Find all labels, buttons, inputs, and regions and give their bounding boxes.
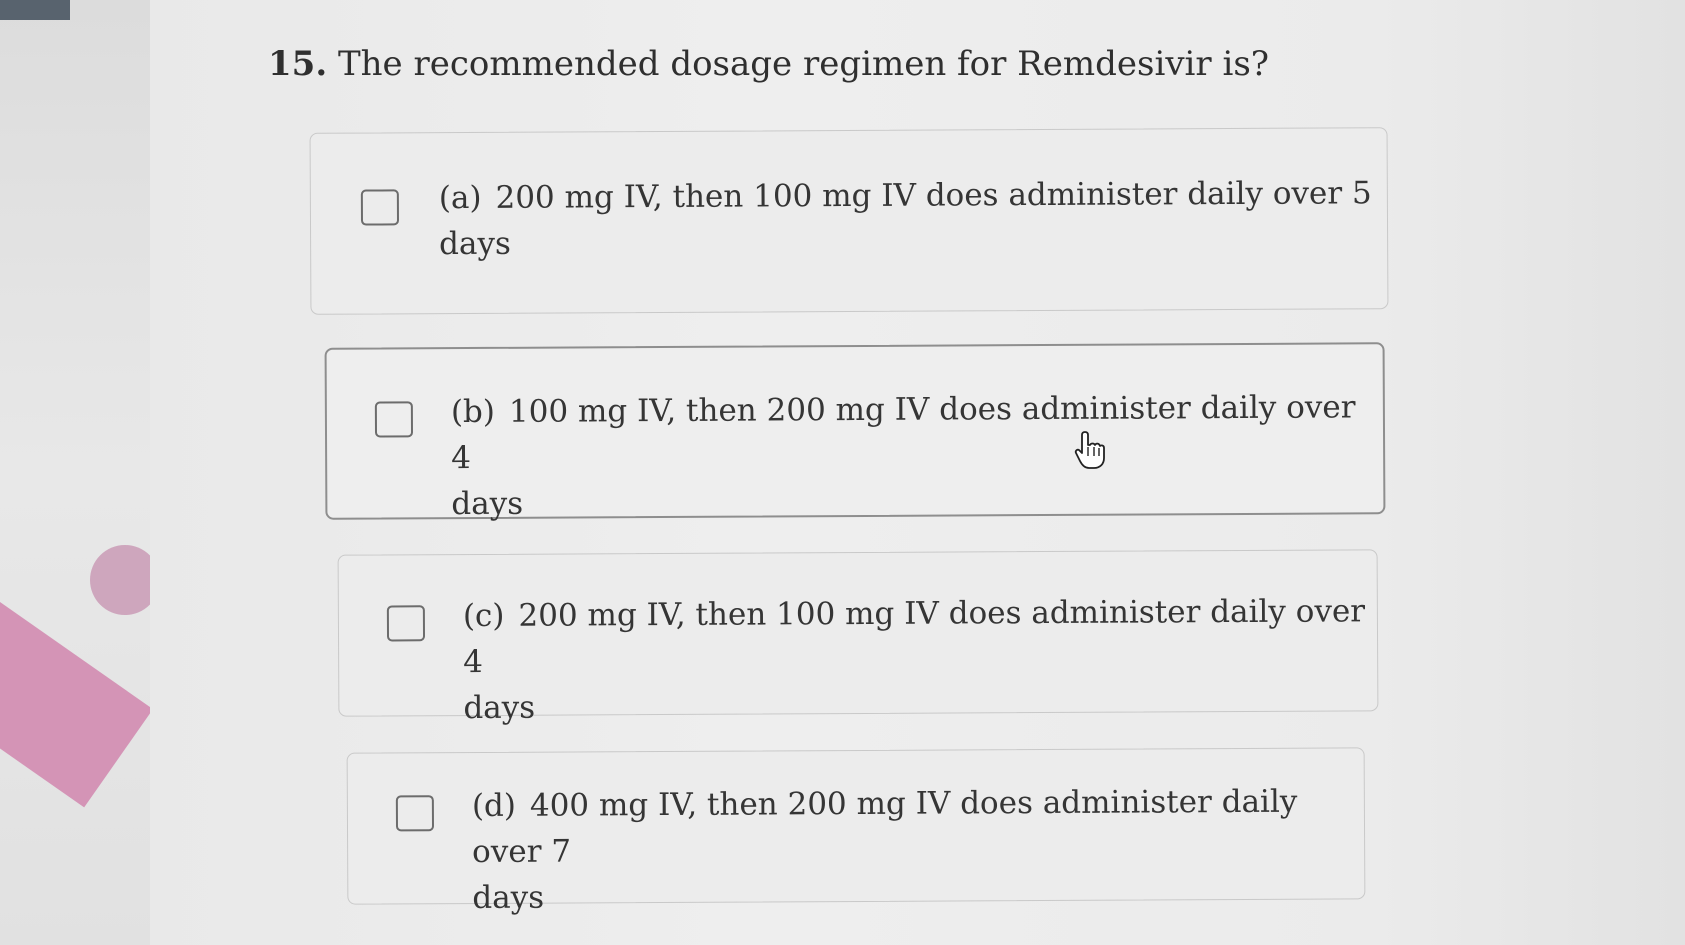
option-a-checkbox[interactable] — [360, 189, 400, 226]
option-b-line2: days — [451, 485, 524, 523]
option-c-text: (c) 200 mg IV, then 100 mg IV does admini… — [463, 588, 1378, 731]
option-c[interactable]: (c) 200 mg IV, then 100 mg IV does admini… — [337, 549, 1379, 726]
option-c-letter: (c) — [462, 597, 505, 635]
question-title: 15. The recommended dosage regimen for R… — [268, 44, 1269, 84]
option-b-checkbox[interactable] — [374, 401, 414, 438]
question-number: 15. — [268, 44, 328, 84]
option-a-line2: days — [439, 225, 511, 263]
option-b-text: (b) 100 mg IV, then 200 mg IV does admini… — [451, 384, 1384, 527]
photo-stage: 15. The recommended dosage regimen for R… — [0, 0, 1685, 945]
option-c-line1: 200 mg IV, then 100 mg IV does administe… — [463, 593, 1366, 681]
option-d-checkbox[interactable] — [395, 795, 435, 832]
option-c-checkbox[interactable] — [386, 605, 426, 642]
option-a[interactable]: (a) 200 mg IV, then 100 mg IV does admini… — [309, 127, 1389, 315]
desk-object-dark — [0, 0, 11, 351]
question-text: The recommended dosage regimen for Remde… — [337, 44, 1270, 84]
option-d-line1: 400 mg IV, then 200 mg IV does administe… — [472, 783, 1298, 871]
option-d-letter: (d) — [471, 787, 517, 825]
option-a-line1: 200 mg IV, then 100 mg IV does administe… — [495, 175, 1372, 216]
option-b-letter: (b) — [450, 393, 496, 431]
option-b[interactable]: (b) 100 mg IV, then 200 mg IV does admini… — [324, 342, 1386, 522]
desk-background — [0, 0, 160, 945]
option-b-line1: 100 mg IV, then 200 mg IV does administe… — [451, 389, 1356, 477]
desk-object-top — [0, 0, 70, 20]
option-a-letter: (a) — [438, 179, 482, 217]
option-d-text: (d) 400 mg IV, then 200 mg IV does admini… — [472, 778, 1365, 921]
option-a-text: (a) 200 mg IV, then 100 mg IV does admini… — [439, 170, 1372, 267]
option-c-line2: days — [463, 689, 536, 727]
hand-pointer-icon — [1074, 431, 1105, 469]
option-d-line2: days — [472, 879, 545, 917]
option-d[interactable]: (d) 400 mg IV, then 200 mg IV does admini… — [346, 747, 1366, 916]
